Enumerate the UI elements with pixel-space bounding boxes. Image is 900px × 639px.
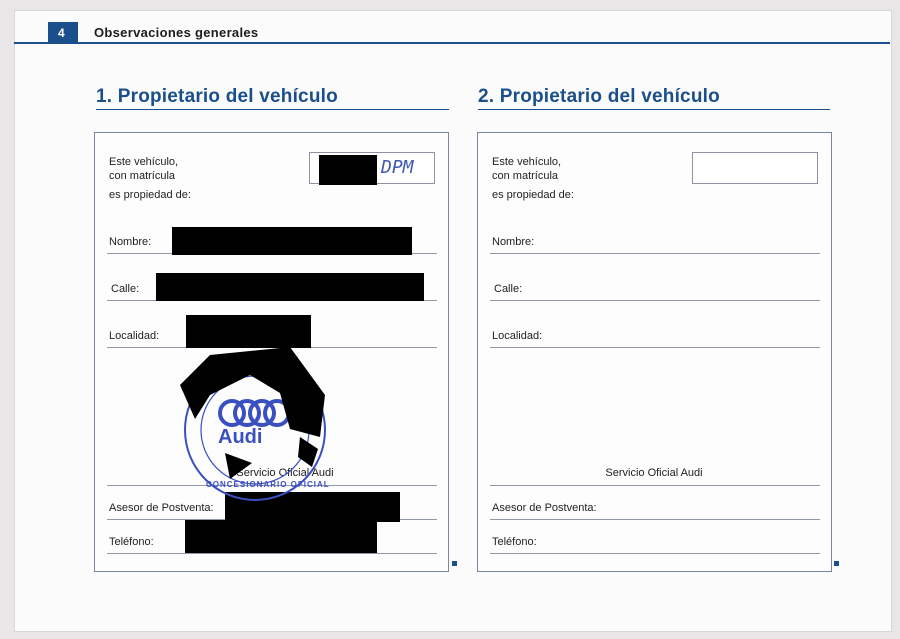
plate-handwriting: DPM (381, 157, 414, 178)
vehicle-label: Este vehículo, con matrícula (109, 156, 179, 182)
section-underline-2 (478, 109, 830, 110)
city-label: Localidad: (109, 330, 160, 342)
section-title-1: 1. Propietario del vehículo (96, 86, 338, 107)
redaction-plate (319, 155, 377, 185)
corner-mark-2 (834, 561, 839, 566)
redaction-name (172, 227, 412, 255)
redaction-city (186, 315, 311, 348)
owned-by-label: es propiedad de: (109, 189, 191, 201)
advisor-rule-2 (490, 519, 820, 520)
header-rule (14, 42, 890, 44)
city-label-2: Localidad: (492, 330, 543, 342)
owned-by-label-2: es propiedad de: (492, 189, 574, 201)
section-title-2: 2. Propietario del vehículo (478, 86, 720, 107)
name-label: Nombre: (109, 236, 152, 248)
section-underline-1 (96, 109, 449, 110)
corner-mark-1 (452, 561, 457, 566)
owner-card-2: Este vehículo, con matrícula es propieda… (477, 132, 832, 572)
street-label-2: Calle: (494, 283, 523, 295)
street-label: Calle: (111, 283, 140, 295)
street-rule-2 (490, 300, 820, 301)
audi-rings-icon (218, 399, 291, 427)
name-rule-2 (490, 253, 820, 254)
vehicle-label-2: Este vehículo, con matrícula (492, 156, 562, 182)
city-rule-2 (490, 347, 820, 348)
redaction-phone (185, 520, 377, 553)
phone-label: Teléfono: (109, 536, 154, 548)
phone-rule (107, 553, 437, 554)
phone-label-2: Teléfono: (492, 536, 537, 548)
page-number: 4 (48, 22, 78, 44)
header-title: Observaciones generales (94, 25, 259, 40)
name-label-2: Nombre: (492, 236, 535, 248)
advisor-label-2: Asesor de Postventa: (492, 502, 597, 514)
service-label-2: Servicio Oficial Audi (605, 467, 703, 479)
stamp-brand: Audi (218, 426, 263, 448)
service-rule-2 (490, 485, 820, 486)
plate-field-2[interactable] (692, 152, 818, 184)
redaction-street (156, 273, 424, 301)
stamp-text: CONCESIONARIO OFICIAL (206, 480, 330, 489)
phone-rule-2 (490, 553, 820, 554)
